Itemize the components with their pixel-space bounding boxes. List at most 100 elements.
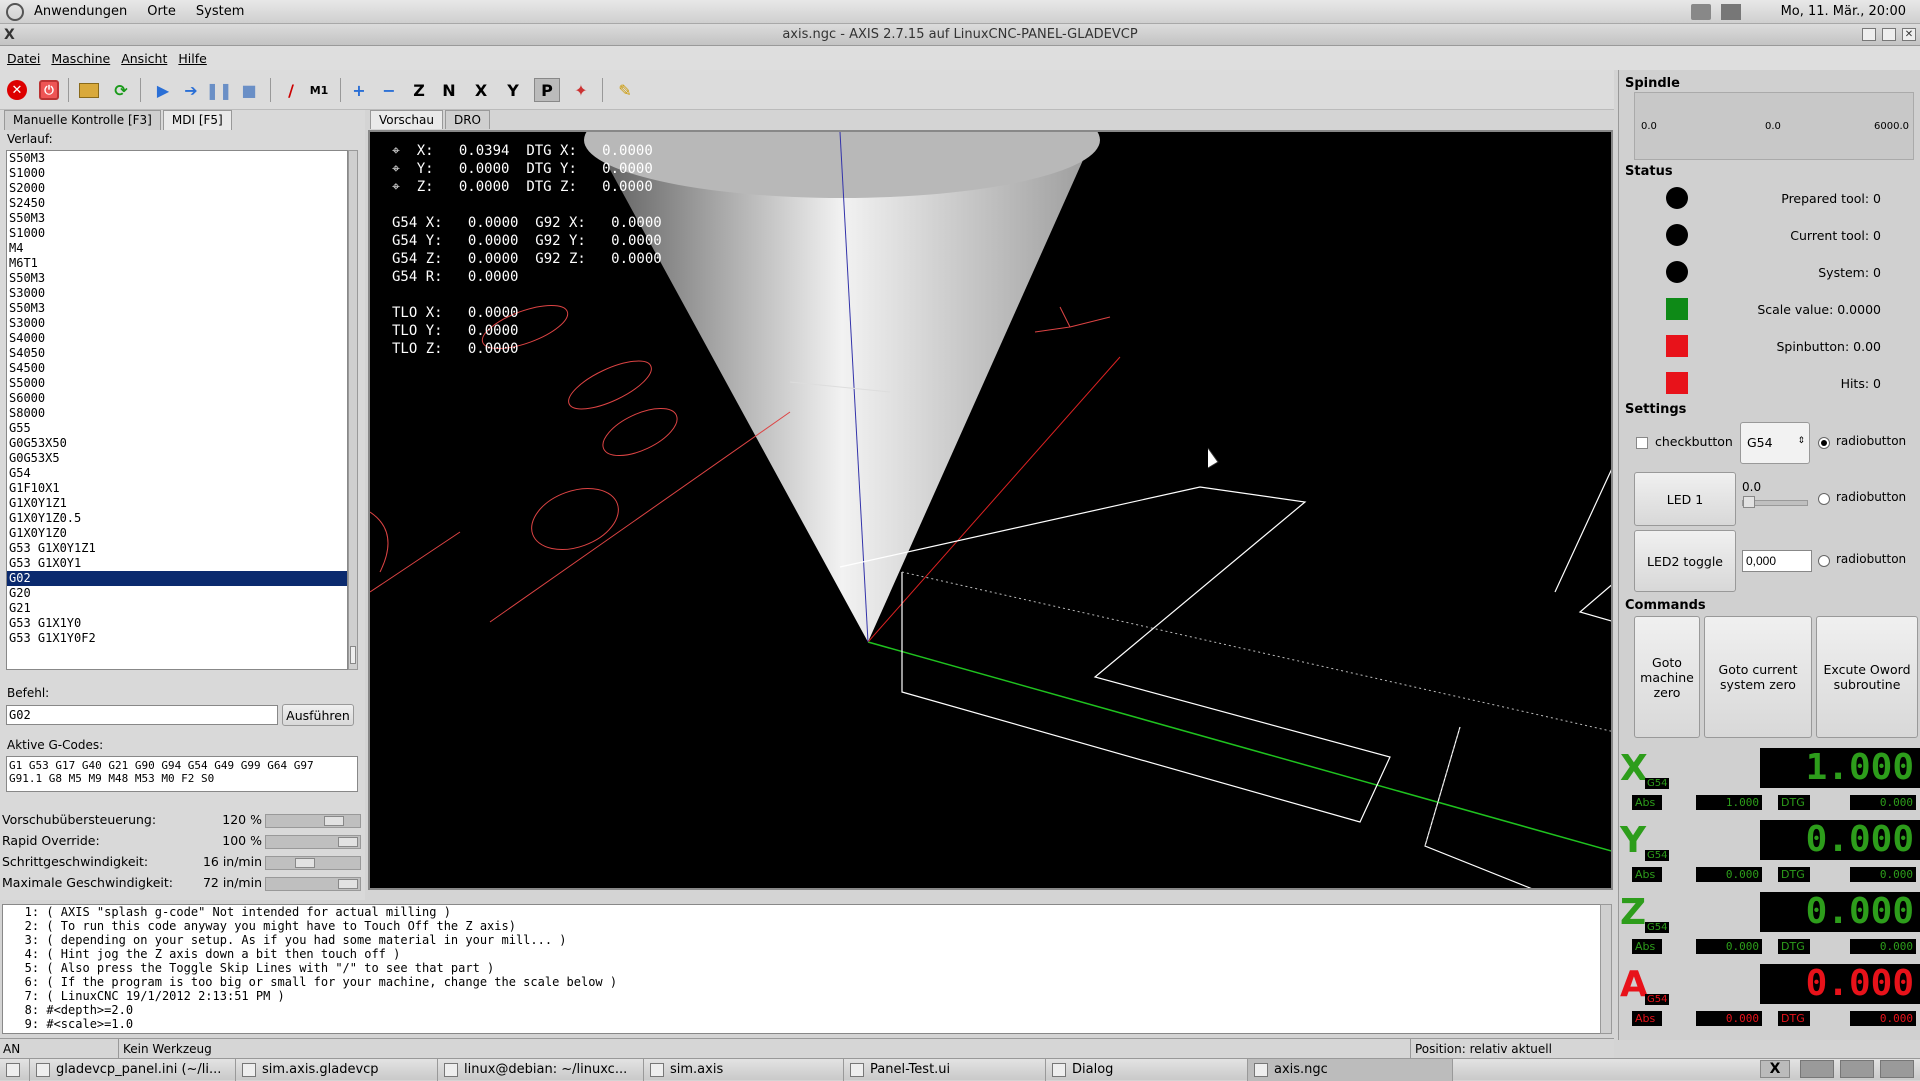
step-icon[interactable]: ➔ (178, 78, 204, 102)
mdi-command-input[interactable] (6, 705, 278, 725)
history-item[interactable]: S3000 (7, 316, 347, 331)
radio-3[interactable] (1818, 555, 1830, 567)
led2-toggle-button[interactable]: LED2 toggle (1634, 530, 1736, 592)
history-item[interactable]: M6T1 (7, 256, 347, 271)
volume-icon[interactable] (1690, 3, 1711, 20)
clear-live-plot-icon[interactable]: ✎ (612, 78, 638, 102)
taskbar-item[interactable]: gladevcp_panel.ini (~/li... (30, 1059, 236, 1081)
tab-manual-control[interactable]: Manuelle Kontrolle [F3] (4, 110, 161, 130)
workspace-2[interactable] (1840, 1060, 1874, 1078)
history-item[interactable]: S5000 (7, 376, 347, 391)
override-slider[interactable] (265, 877, 361, 891)
taskbar-item[interactable]: sim.axis.gladevcp (236, 1059, 438, 1081)
optional-stop-icon[interactable]: M1 (306, 78, 332, 102)
menu-maschine[interactable]: Maschine (44, 51, 114, 66)
gcode-scrollbar[interactable] (1600, 904, 1612, 1034)
history-item[interactable]: G55 (7, 421, 347, 436)
slider-handle[interactable] (295, 858, 315, 868)
gcode-line[interactable]: 9: #<scale>=1.0 (3, 1017, 1611, 1031)
menu-applications[interactable]: Anwendungen (24, 4, 137, 19)
history-item[interactable]: G53 G1X1Y0F2 (7, 631, 347, 646)
pause-icon[interactable]: ❚❚ (206, 78, 233, 102)
gcode-line[interactable]: 5: ( Also press the Toggle Skip Lines wi… (3, 961, 1611, 975)
tab-preview[interactable]: Vorschau (370, 110, 443, 129)
menu-ansicht[interactable]: Ansicht (114, 51, 171, 66)
execute-oword-button[interactable]: Excute Oword subroutine (1816, 616, 1918, 738)
spin-button[interactable] (1742, 550, 1812, 572)
power-icon[interactable]: ⏻ (36, 78, 62, 102)
history-item[interactable]: G02 (7, 571, 347, 586)
view-x-icon[interactable]: X (468, 78, 494, 102)
history-item[interactable]: S1000 (7, 166, 347, 181)
history-item[interactable]: S1000 (7, 226, 347, 241)
taskbar-item[interactable]: Panel-Test.ui (844, 1059, 1046, 1081)
goto-machine-zero-button[interactable]: Goto machine zero (1634, 616, 1700, 738)
workspace-1[interactable] (1800, 1060, 1834, 1078)
slider-handle[interactable] (324, 816, 344, 826)
checkbox[interactable] (1636, 437, 1648, 449)
led1-button[interactable]: LED 1 (1634, 472, 1736, 526)
gcode-line[interactable]: 8: #<depth>=2.0 (3, 1003, 1611, 1017)
history-item[interactable]: S50M3 (7, 211, 347, 226)
goto-current-system-zero-button[interactable]: Goto current system zero (1704, 616, 1812, 738)
history-item[interactable]: S50M3 (7, 301, 347, 316)
history-item[interactable]: G1F10X1 (7, 481, 347, 496)
view-z-icon[interactable]: Z (406, 78, 432, 102)
view-y-icon[interactable]: Y (500, 78, 526, 102)
block-delete-icon[interactable]: / (278, 78, 304, 102)
slider-handle[interactable] (338, 879, 358, 889)
history-item[interactable]: G53 G1X1Y0 (7, 616, 347, 631)
history-item[interactable]: G1X0Y1Z1 (7, 496, 347, 511)
menu-system[interactable]: System (186, 4, 254, 19)
gnome-foot-icon[interactable] (6, 2, 24, 21)
rotate-view-icon[interactable]: ✦ (568, 78, 594, 102)
history-item[interactable]: G1X0Y1Z0 (7, 526, 347, 541)
history-item[interactable]: S3000 (7, 286, 347, 301)
history-item[interactable]: G54 (7, 466, 347, 481)
close-icon[interactable]: ✕ (1902, 28, 1916, 41)
history-item[interactable]: S50M3 (7, 151, 347, 166)
history-item[interactable]: G0G53X50 (7, 436, 347, 451)
history-item[interactable]: G1X0Y1Z0.5 (7, 511, 347, 526)
taskbar-item[interactable]: axis.ngc (1248, 1059, 1453, 1081)
menu-places[interactable]: Orte (137, 4, 186, 19)
maximize-icon[interactable] (1882, 28, 1896, 41)
tab-mdi[interactable]: MDI [F5] (162, 110, 232, 130)
mdi-history-list[interactable]: S50M3 S1000 S2000 S2450 S50M3 S1000 M4 M6T1 S50M… (6, 150, 348, 670)
zoom-in-icon[interactable]: + (346, 78, 372, 102)
gcode-listing[interactable]: 1: ( AXIS "splash g-code" Not intended f… (2, 904, 1612, 1034)
history-item[interactable]: S8000 (7, 406, 347, 421)
workspace-x-icon[interactable]: X (1760, 1060, 1790, 1078)
clock[interactable]: Mo, 11. Mär., 20:00 (1771, 4, 1916, 19)
gcode-line[interactable]: 7: ( LinuxCNC 19/1/2012 2:13:51 PM ) (3, 989, 1611, 1003)
history-item[interactable]: M4 (7, 241, 347, 256)
history-item[interactable]: S2000 (7, 181, 347, 196)
history-scrollbar[interactable] (348, 150, 358, 670)
hscale-slider[interactable] (1742, 496, 1808, 508)
gcode-line[interactable]: 1: ( AXIS "splash g-code" Not intended f… (3, 905, 1611, 919)
view-z2-icon[interactable]: N (436, 78, 462, 102)
menu-datei[interactable]: Datei (0, 51, 44, 66)
gcode-line[interactable]: 3: ( depending on your setup. As if you … (3, 933, 1611, 947)
history-item[interactable]: G0G53X5 (7, 451, 347, 466)
radio-1[interactable] (1818, 437, 1830, 449)
radio-2[interactable] (1818, 493, 1830, 505)
gcode-line[interactable]: 6: ( If the program is too big or small … (3, 975, 1611, 989)
run-icon[interactable]: ▶ (150, 78, 176, 102)
gcode-line[interactable]: 2: ( To run this code anyway you might h… (3, 919, 1611, 933)
network-icon[interactable] (1720, 3, 1741, 20)
history-item[interactable]: S50M3 (7, 271, 347, 286)
open-folder-icon[interactable] (76, 78, 102, 102)
history-item[interactable]: G20 (7, 586, 347, 601)
run-mdi-button[interactable]: Ausführen (282, 704, 354, 726)
coordinate-system-combo[interactable]: G54 ⇕ (1740, 422, 1810, 464)
history-item[interactable]: G21 (7, 601, 347, 616)
show-desktop-icon[interactable] (0, 1059, 30, 1081)
override-slider[interactable] (265, 835, 361, 849)
history-item[interactable]: G53 G1X0Y1 (7, 556, 347, 571)
reload-icon[interactable]: ⟳ (108, 78, 134, 102)
taskbar-item[interactable]: linux@debian: ~/linuxc... (438, 1059, 644, 1081)
zoom-out-icon[interactable]: − (376, 78, 402, 102)
workspace-3[interactable] (1880, 1060, 1914, 1078)
history-item[interactable]: G53 G1X0Y1Z1 (7, 541, 347, 556)
